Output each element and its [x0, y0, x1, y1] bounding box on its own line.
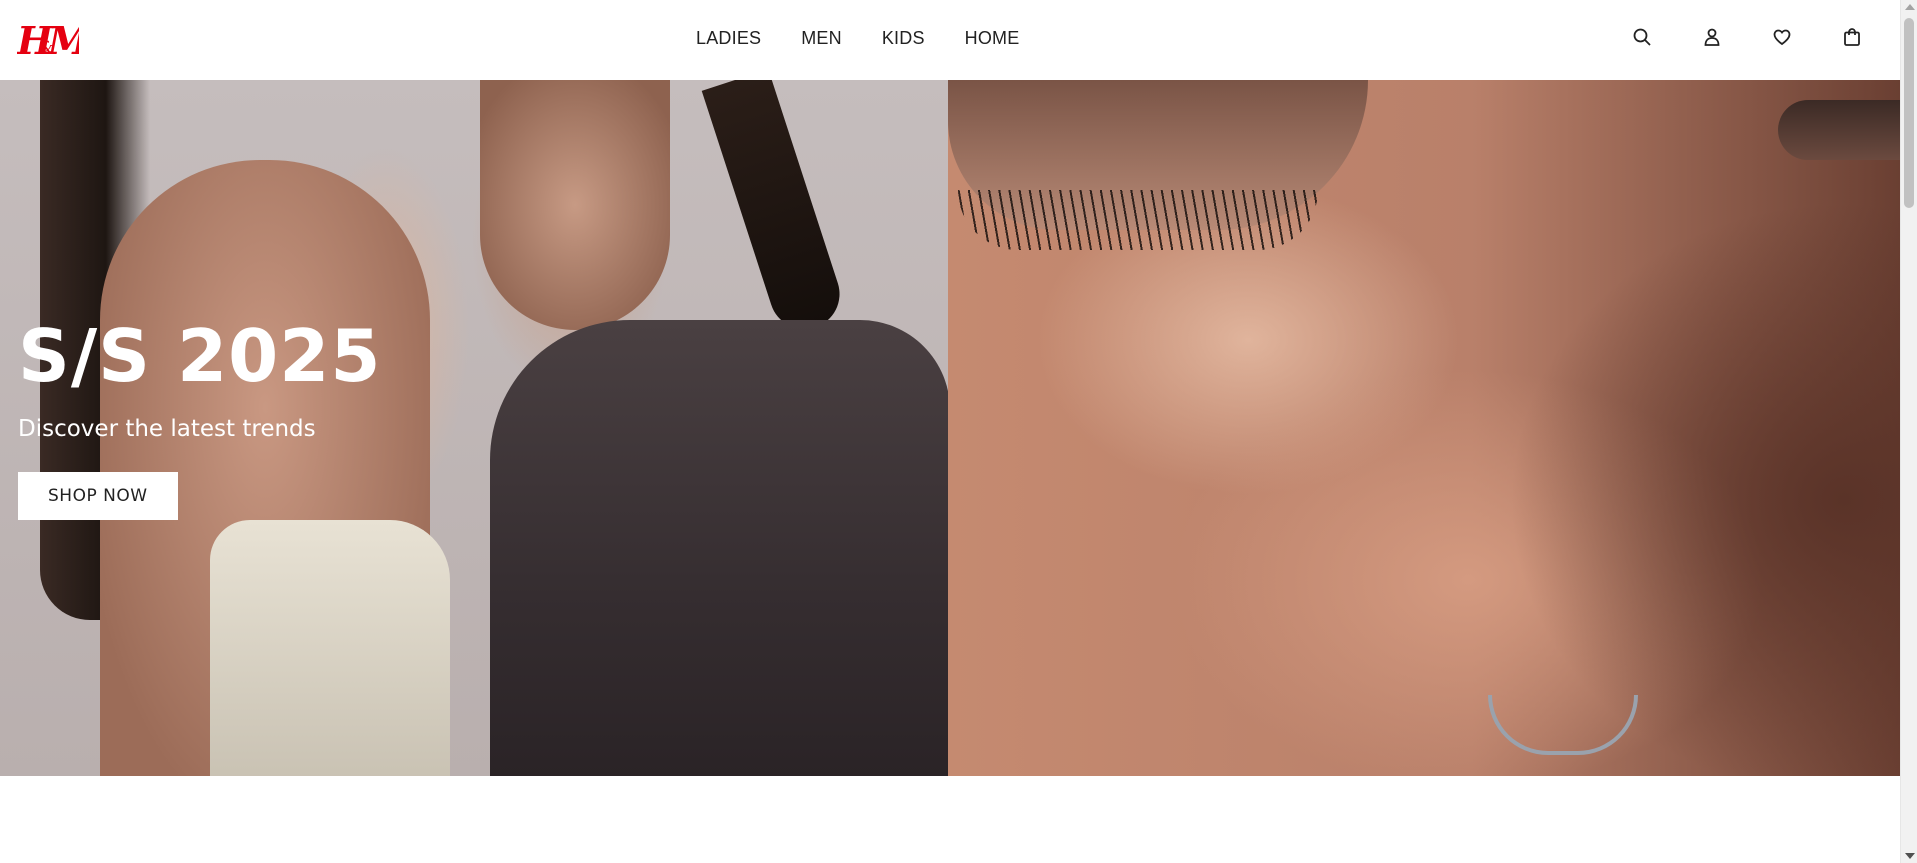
header-icons — [1632, 27, 1862, 47]
nav-men[interactable]: MEN — [801, 28, 842, 49]
nav-ladies[interactable]: LADIES — [696, 28, 761, 49]
hero-image-left: S/S 2025 Discover the latest trends SHOP… — [0, 80, 948, 776]
scroll-up-arrow-icon[interactable] — [1905, 4, 1915, 10]
photo-detail — [701, 80, 849, 339]
page-scrollbar[interactable] — [1900, 0, 1917, 863]
hero-image-right — [948, 80, 1900, 776]
nav-home[interactable]: HOME — [965, 28, 1020, 49]
svg-text:M: M — [46, 18, 79, 62]
account-icon[interactable] — [1702, 27, 1722, 47]
photo-detail — [1508, 200, 1900, 776]
photo-detail — [958, 190, 1318, 250]
photo-detail — [480, 80, 670, 330]
main-nav: LADIES MEN KIDS HOME — [696, 28, 1019, 49]
search-icon[interactable] — [1632, 27, 1652, 47]
hero-title: S/S 2025 — [18, 314, 382, 398]
photo-detail — [490, 320, 948, 776]
site-header: H & M LADIES MEN KIDS HOME — [0, 0, 1900, 80]
hero-subtitle: Discover the latest trends — [18, 416, 316, 442]
scroll-thumb[interactable] — [1904, 18, 1914, 208]
shop-now-button[interactable]: SHOP NOW — [18, 472, 178, 520]
hero-text-block: S/S 2025 Discover the latest trends SHOP… — [18, 320, 381, 520]
scroll-down-arrow-icon[interactable] — [1905, 853, 1915, 859]
photo-detail — [210, 520, 450, 776]
shopping-bag-icon[interactable] — [1842, 27, 1862, 47]
photo-detail — [1778, 100, 1900, 160]
favorites-icon[interactable] — [1772, 27, 1792, 47]
hero-banner: S/S 2025 Discover the latest trends SHOP… — [0, 80, 1900, 776]
hm-logo[interactable]: H & M — [17, 18, 79, 62]
nav-kids[interactable]: KIDS — [882, 28, 925, 49]
